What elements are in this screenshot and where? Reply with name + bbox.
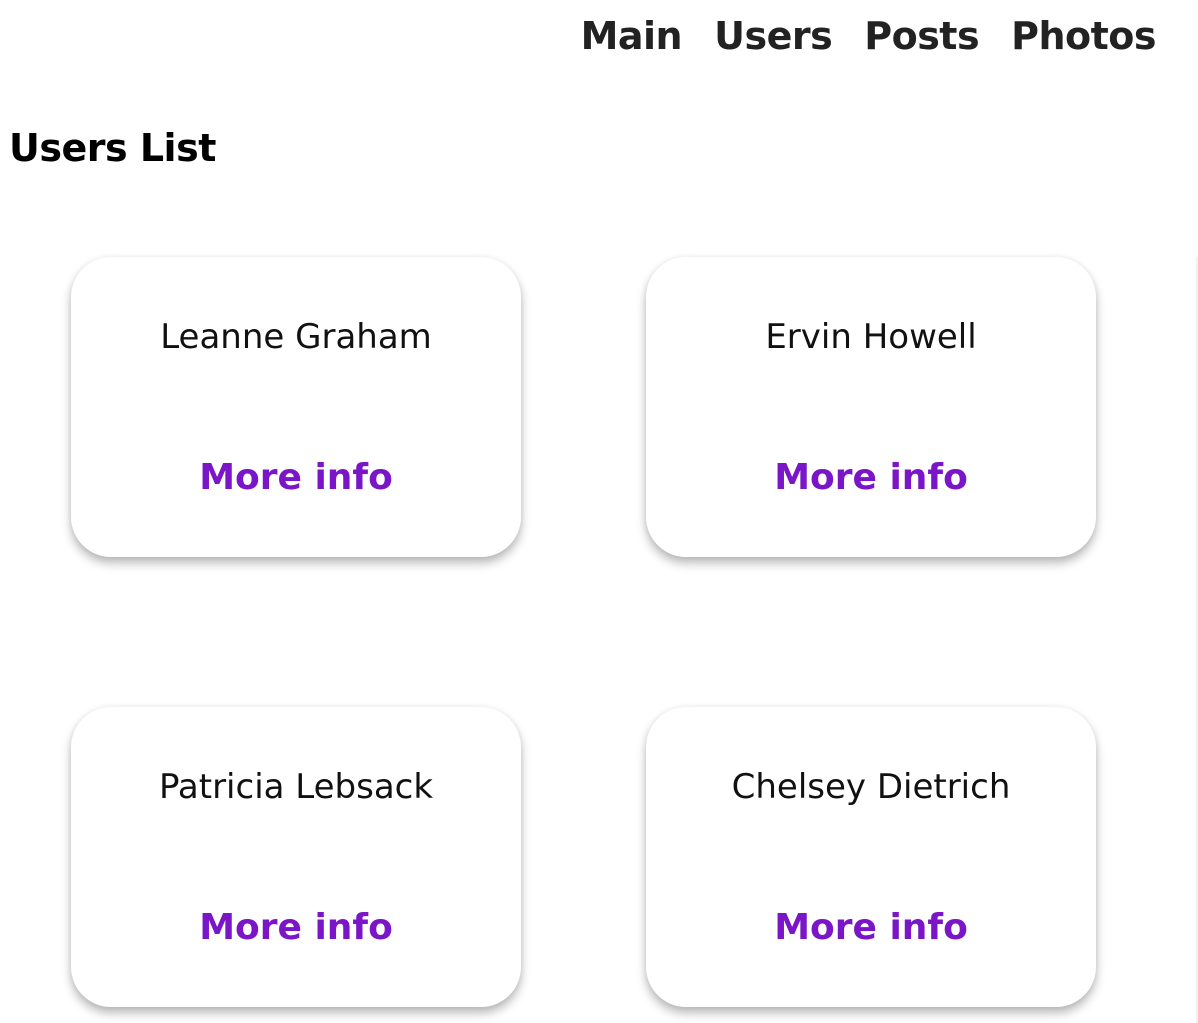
user-card: Leanne Graham More info xyxy=(71,257,521,557)
nav-link-users[interactable]: Users xyxy=(714,14,833,58)
more-info-link[interactable]: More info xyxy=(646,907,1096,948)
user-card: Ervin Howell More info xyxy=(646,257,1096,557)
more-info-link[interactable]: More info xyxy=(71,457,521,498)
user-name: Patricia Lebsack xyxy=(158,767,434,807)
more-info-link[interactable]: More info xyxy=(71,907,521,948)
users-grid: Leanne Graham More info Ervin Howell Mor… xyxy=(71,257,1096,1007)
user-name: Chelsey Dietrich xyxy=(731,767,1011,807)
top-nav: Main Users Posts Photos xyxy=(581,14,1157,58)
more-info-link[interactable]: More info xyxy=(646,457,1096,498)
user-name: Leanne Graham xyxy=(160,317,432,357)
nav-link-posts[interactable]: Posts xyxy=(864,14,979,58)
nav-link-photos[interactable]: Photos xyxy=(1011,14,1156,58)
user-card: Patricia Lebsack More info xyxy=(71,707,521,1007)
nav-link-main[interactable]: Main xyxy=(581,14,683,58)
page: Main Users Posts Photos Users List Leann… xyxy=(0,0,1198,1023)
page-title: Users List xyxy=(9,126,216,170)
user-card: Chelsey Dietrich More info xyxy=(646,707,1096,1007)
user-name: Ervin Howell xyxy=(765,317,977,357)
